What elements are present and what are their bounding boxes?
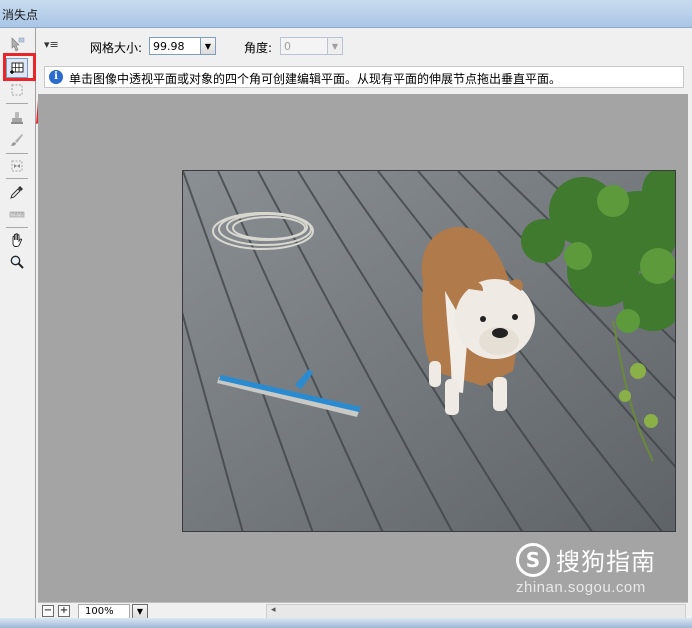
edit-plane-tool-icon[interactable] — [6, 34, 28, 54]
sogou-watermark: S 搜狗指南 zhinan.sogou.com — [516, 542, 686, 596]
tool-separator — [6, 178, 28, 179]
vanishing-point-window: ▾≡ 网格大小: ▼ 角度: ▼ i 单击图像中透视平面或对象的四个角可创建编辑… — [0, 28, 692, 628]
hand-tool-icon[interactable] — [6, 230, 28, 250]
horizontal-scrollbar[interactable]: ◂ — [266, 604, 686, 619]
watermark-brand: 搜狗指南 — [556, 548, 656, 576]
tool-separator — [6, 103, 28, 104]
grid-size-label: 网格大小: — [90, 41, 143, 55]
photo-bulldog-on-deck[interactable] — [182, 170, 676, 532]
measure-tool-icon[interactable] — [6, 204, 28, 224]
title-bar: 消失点 — [0, 0, 692, 28]
angle-label: 角度: — [244, 41, 273, 55]
image-canvas[interactable]: S 搜狗指南 zhinan.sogou.com — [38, 94, 688, 602]
eyedropper-tool-icon[interactable] — [6, 182, 28, 202]
watermark-url: zhinan.sogou.com — [516, 579, 646, 596]
info-icon: i — [49, 70, 63, 84]
tool-separator — [6, 227, 28, 228]
info-text: 单击图像中透视平面或对象的四个角可创建编辑平面。从现有平面的伸展节点拖出垂直平面… — [69, 72, 562, 86]
chevron-down-icon: ▼ — [136, 607, 144, 616]
annotation-highlight-box — [3, 53, 36, 81]
angle-input — [280, 37, 328, 55]
zoom-out-button[interactable]: − — [42, 605, 54, 617]
sogou-logo-icon: S — [516, 542, 550, 577]
chevron-down-icon: ▼ — [204, 41, 212, 51]
brush-tool-icon[interactable] — [6, 130, 28, 150]
tool-separator — [6, 153, 28, 154]
transform-tool-icon[interactable] — [6, 156, 28, 176]
grid-size-dropdown[interactable]: ▼ — [200, 37, 216, 55]
angle-dropdown: ▼ — [327, 37, 343, 55]
window-title: 消失点 — [2, 8, 39, 22]
grid-size-input[interactable] — [149, 37, 201, 55]
marquee-tool-icon[interactable] — [6, 80, 28, 100]
window-bottom-edge — [0, 618, 692, 628]
watermark-brand-row: S 搜狗指南 — [516, 542, 686, 577]
info-bar: i 单击图像中透视平面或对象的四个角可创建编辑平面。从现有平面的伸展节点拖出垂直… — [44, 66, 684, 88]
options-bar: ▾≡ 网格大小: ▼ 角度: ▼ — [38, 36, 688, 60]
photo-image — [183, 171, 675, 531]
zoom-in-button[interactable]: + — [58, 605, 70, 617]
zoom-tool-icon[interactable] — [6, 252, 28, 272]
stamp-tool-icon[interactable] — [6, 108, 28, 128]
options-menu-button[interactable]: ▾≡ — [44, 38, 59, 51]
scroll-left-icon[interactable]: ◂ — [271, 605, 276, 615]
chevron-down-icon: ▼ — [331, 41, 339, 51]
